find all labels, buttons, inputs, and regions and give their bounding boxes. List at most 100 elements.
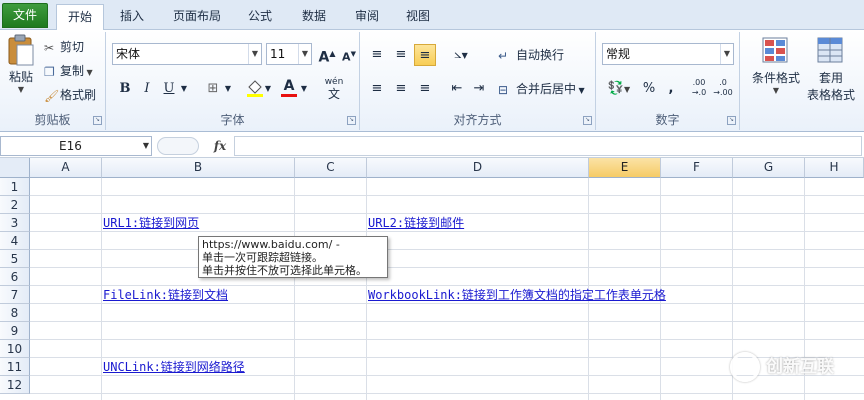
gridline (30, 267, 864, 268)
tab-data[interactable]: 数据 (292, 4, 336, 30)
copy-label: 复制 (60, 64, 85, 78)
tab-home[interactable]: 开始 (56, 4, 104, 31)
shrink-font-button[interactable]: A▼ (338, 43, 360, 65)
merge-center-button[interactable]: ⊟ 合并后居中 ▼ (498, 80, 585, 97)
tab-file[interactable]: 文件 (2, 3, 48, 28)
tab-view[interactable]: 视图 (398, 4, 438, 30)
gridline (30, 249, 864, 250)
decrease-indent-icon[interactable]: ⇤ (446, 78, 468, 100)
column-header-e[interactable]: E (589, 158, 661, 178)
font-name-value: 宋体 (116, 47, 141, 61)
column-header-b[interactable]: B (102, 158, 295, 178)
row-header[interactable]: 1 (0, 178, 30, 196)
phonetic-button[interactable]: wén 文 (320, 76, 348, 100)
select-all-corner[interactable] (0, 158, 30, 178)
chevron-down-icon[interactable]: ▼ (298, 78, 310, 100)
name-box[interactable]: E16 ▼ (0, 136, 152, 156)
conditional-format-button[interactable]: 条件格式 ▼ (746, 36, 806, 95)
tab-formulas[interactable]: 公式 (238, 4, 282, 30)
grow-font-button[interactable]: A▲ (316, 43, 338, 66)
number-format-select[interactable]: 常规 ▼ (602, 43, 734, 65)
align-top-icon[interactable]: ≡ (366, 44, 388, 66)
row-header[interactable]: 12 (0, 376, 30, 394)
column-header-g[interactable]: G (733, 158, 805, 178)
hyperlink-cell-d7[interactable]: WorkbookLink:链接到工作簿文档的指定工作表单元格 (368, 286, 666, 304)
align-left-icon[interactable]: ≡ (366, 78, 388, 100)
chevron-down-icon: ▼ (84, 68, 93, 77)
chevron-down-icon[interactable]: ▼ (262, 78, 274, 100)
tab-insert[interactable]: 插入 (112, 4, 152, 30)
gridline (30, 321, 864, 322)
number-launcher-icon[interactable]: ↘ (727, 116, 736, 125)
column-header-d[interactable]: D (367, 158, 589, 178)
font-launcher-icon[interactable]: ↘ (347, 116, 356, 125)
row-header[interactable]: 2 (0, 196, 30, 214)
paste-button[interactable]: 粘贴 ▼ (4, 34, 38, 100)
comma-button[interactable]: , (660, 78, 682, 100)
alignment-launcher-icon[interactable]: ↘ (583, 116, 592, 125)
format-painter-button[interactable]: 🖌格式刷 (44, 86, 96, 103)
wrap-text-button[interactable]: ↵ 自动换行 (498, 46, 564, 63)
tab-review[interactable]: 审阅 (345, 4, 389, 30)
chevron-down-icon: ▼ (298, 44, 311, 64)
gridline (30, 339, 864, 340)
increase-decimal-button[interactable]: .00 →.0 (688, 78, 710, 100)
row-header[interactable]: 10 (0, 340, 30, 358)
decrease-decimal-button[interactable]: .0 →.00 (712, 78, 734, 100)
underline-button[interactable]: U (158, 78, 180, 100)
watermark-text: 创新互联 (766, 357, 834, 377)
row-header[interactable]: 7 (0, 286, 30, 304)
tooltip-hint-click: 单击一次可跟踪超链接。 (202, 251, 323, 264)
insert-function-icon[interactable]: fx (208, 137, 232, 155)
column-header-c[interactable]: C (295, 158, 367, 178)
formula-bar-resize-handle[interactable] (157, 137, 199, 155)
wrap-text-icon: ↵ (498, 48, 509, 63)
merge-cells-icon: ⊟ (498, 82, 509, 97)
bold-button[interactable]: B (114, 78, 136, 100)
font-color-letter: A (283, 78, 295, 94)
row-header[interactable]: 9 (0, 322, 30, 340)
row-header[interactable]: 3 (0, 214, 30, 232)
row-header[interactable]: 6 (0, 268, 30, 286)
align-right-icon[interactable]: ≡ (414, 78, 436, 100)
clipboard-launcher-icon[interactable]: ↘ (93, 116, 102, 125)
align-center-icon[interactable]: ≡ (390, 78, 412, 100)
italic-button[interactable]: I (136, 78, 158, 100)
font-size-select[interactable]: 11 ▼ (266, 43, 312, 65)
font-color-button[interactable]: A (278, 78, 300, 100)
row-header[interactable]: 11 (0, 358, 30, 376)
formula-input[interactable] (234, 136, 862, 156)
align-bottom-icon[interactable]: ≡ (414, 44, 436, 66)
tab-page-layout[interactable]: 页面布局 (164, 4, 230, 30)
cut-button[interactable]: ✂ 剪切 (44, 38, 84, 55)
column-header-a[interactable]: A (30, 158, 102, 178)
alignment-group: ≡ ≡ ≡ ⦣▼ ↵ 自动换行 ≡ ≡ ≡ ⇤ ⇥ ⊟ 合并后居中 ▼ 对齐方式 ↘ (360, 32, 596, 130)
phonetic-label: wén (324, 77, 344, 87)
font-name-select[interactable]: 宋体 ▼ (112, 43, 262, 65)
orientation-icon[interactable]: ⦣▼ (446, 44, 476, 66)
chevron-down-icon[interactable]: ▼ (222, 78, 234, 100)
hyperlink-cell-b11[interactable]: UNCLink:链接到网络路径 (103, 358, 245, 376)
column-header-h[interactable]: H (805, 158, 864, 178)
hyperlink-tooltip: https://www.baidu.com/ - 单击一次可跟踪超链接。 单击并… (198, 236, 388, 278)
hyperlink-cell-b3[interactable]: URL1:链接到网页 (103, 214, 199, 232)
format-as-table-button[interactable]: 套用 表格格式 (800, 36, 862, 103)
row-header[interactable]: 5 (0, 250, 30, 268)
copy-button[interactable]: ❐ 复制 ▼ (44, 62, 93, 79)
row-header[interactable]: 4 (0, 232, 30, 250)
accounting-format-icon[interactable]: 💱▼ (604, 78, 634, 100)
percent-button[interactable]: % (638, 78, 660, 100)
hyperlink-cell-b7[interactable]: FileLink:链接到文档 (103, 286, 228, 304)
hyperlink-cell-d3[interactable]: URL2:链接到邮件 (368, 214, 464, 232)
row-header[interactable]: 8 (0, 304, 30, 322)
gridline (30, 195, 864, 196)
chevron-down-icon[interactable]: ▼ (178, 78, 190, 100)
tooltip-url: https://www.baidu.com/ - (202, 238, 340, 251)
increase-indent-icon[interactable]: ⇥ (468, 78, 490, 100)
ribbon-tab-bar: 文件 开始 插入 页面布局 公式 数据 审阅 视图 (0, 0, 864, 31)
border-icon[interactable]: ⊞ (202, 78, 224, 100)
brush-icon: 🖌 (44, 88, 60, 103)
align-middle-icon[interactable]: ≡ (390, 44, 412, 66)
copy-icon: ❐ (44, 64, 55, 79)
column-header-f[interactable]: F (661, 158, 733, 178)
